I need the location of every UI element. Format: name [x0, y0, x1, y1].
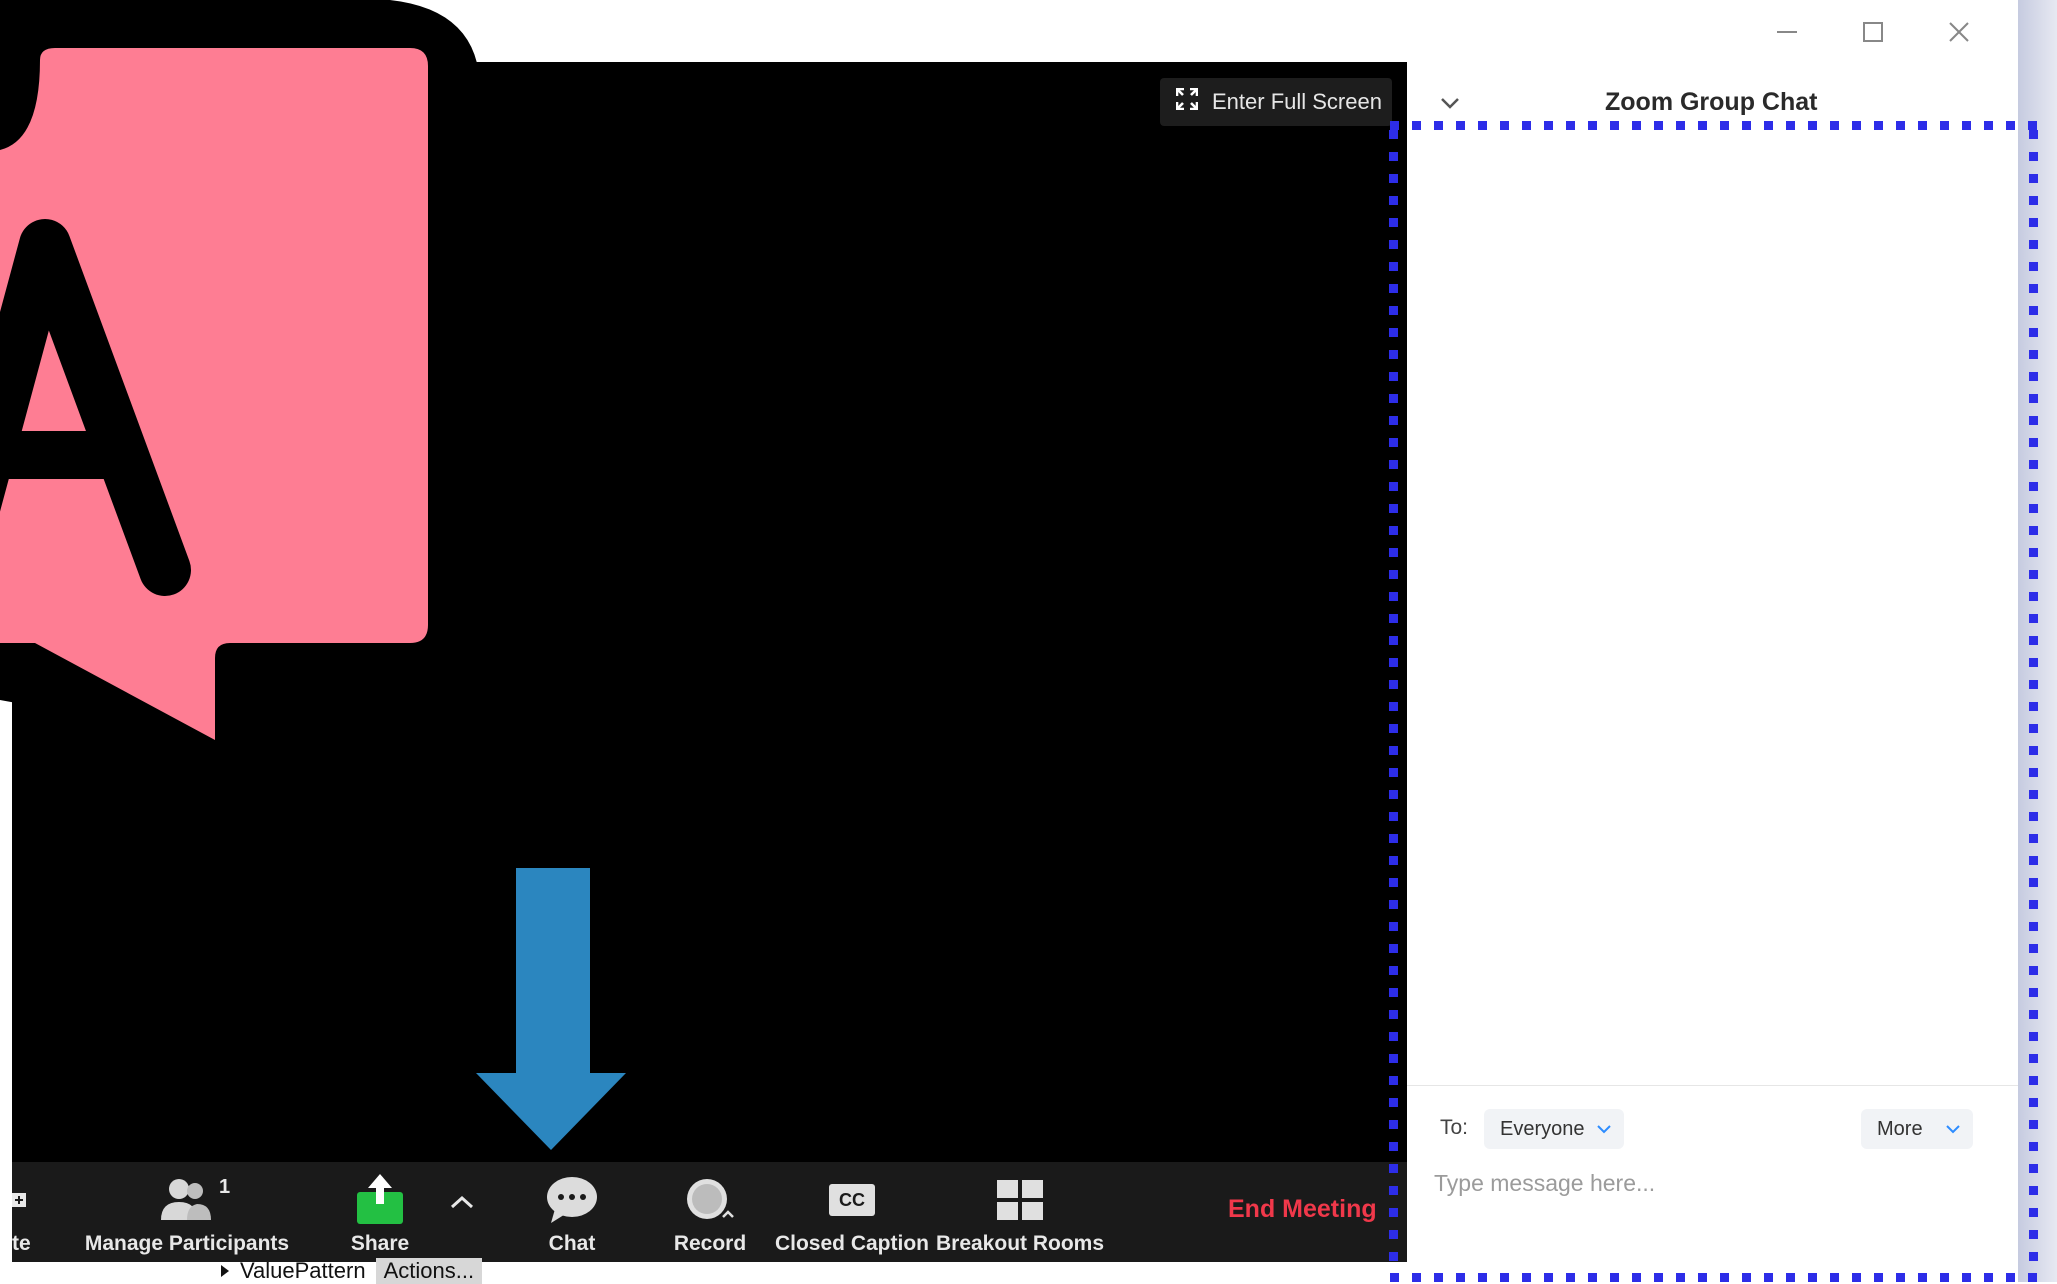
chat-more-button[interactable]: More — [1861, 1109, 1973, 1149]
maximize-icon[interactable] — [1838, 10, 1908, 54]
share-icon — [355, 1172, 405, 1228]
toolbar-partial-button[interactable]: te — [12, 1162, 40, 1262]
chat-message-input[interactable] — [1432, 1160, 1996, 1206]
pointer-arrow-icon — [476, 868, 626, 1150]
tree-item-label: ValuePattern — [240, 1258, 366, 1283]
record-icon — [683, 1172, 737, 1228]
enter-full-screen-label: Enter Full Screen — [1212, 89, 1382, 114]
participants-count: 1 — [219, 1176, 231, 1198]
app-logo: A — [0, 0, 480, 740]
record-button[interactable]: Record — [660, 1162, 760, 1262]
chat-more-label: More — [1877, 1117, 1923, 1140]
focus-highlight-bottom — [1390, 1273, 2040, 1282]
chevron-up-icon — [450, 1195, 474, 1209]
chat-panel — [1407, 62, 2018, 1262]
enter-full-screen-button[interactable]: Enter Full Screen — [1160, 78, 1392, 126]
closed-caption-label: Closed Caption — [774, 1232, 929, 1255]
minimize-icon[interactable] — [1752, 10, 1822, 54]
chevron-down-icon — [1946, 1125, 1960, 1134]
chat-button[interactable]: Chat — [522, 1162, 622, 1262]
chat-collapse-button[interactable] — [1440, 96, 1460, 115]
manage-participants-button[interactable]: 1 Manage Participants — [72, 1162, 302, 1262]
chat-recipient-value: Everyone — [1500, 1117, 1585, 1140]
share-options-chevron[interactable] — [442, 1162, 482, 1262]
chat-title: Zoom Group Chat — [1605, 88, 1818, 116]
chevron-down-icon — [1441, 98, 1459, 109]
participants-icon: 1 — [157, 1172, 230, 1228]
focus-highlight-left — [1389, 130, 1398, 1272]
manage-participants-label: Manage Participants — [84, 1232, 290, 1255]
toolbar-partial-label: te — [12, 1232, 31, 1255]
background-tree-row: ValuePattern Actions... — [220, 1258, 483, 1284]
plus-icon — [12, 1172, 30, 1228]
end-meeting-button[interactable]: End Meeting — [1228, 1195, 1377, 1224]
share-label: Share — [350, 1232, 410, 1255]
caret-right-icon — [221, 1265, 229, 1277]
chat-divider — [1407, 1085, 2018, 1086]
closed-caption-icon: CC — [829, 1172, 875, 1228]
meeting-toolbar: te 1 Manage Participants Share Chat Reco… — [12, 1162, 1407, 1262]
chat-recipient-label: To: — [1440, 1116, 1469, 1139]
chat-label: Chat — [548, 1232, 596, 1255]
record-label: Record — [673, 1232, 747, 1255]
chat-bubble-icon — [545, 1172, 599, 1228]
actions-button[interactable]: Actions... — [375, 1258, 483, 1284]
focus-highlight-top — [1390, 121, 2040, 130]
share-button[interactable]: Share — [330, 1162, 430, 1262]
close-icon[interactable] — [1924, 10, 1994, 54]
focus-highlight-right — [2029, 130, 2038, 1272]
breakout-rooms-icon — [997, 1172, 1043, 1228]
breakout-rooms-button[interactable]: Breakout Rooms — [930, 1162, 1110, 1262]
chevron-down-icon — [1597, 1125, 1611, 1134]
fullscreen-icon — [1175, 87, 1199, 116]
closed-caption-button[interactable]: CC Closed Caption — [762, 1162, 942, 1262]
chat-recipient-select[interactable]: Everyone — [1484, 1109, 1624, 1149]
breakout-rooms-label: Breakout Rooms — [935, 1232, 1105, 1255]
cc-badge: CC — [829, 1184, 875, 1216]
